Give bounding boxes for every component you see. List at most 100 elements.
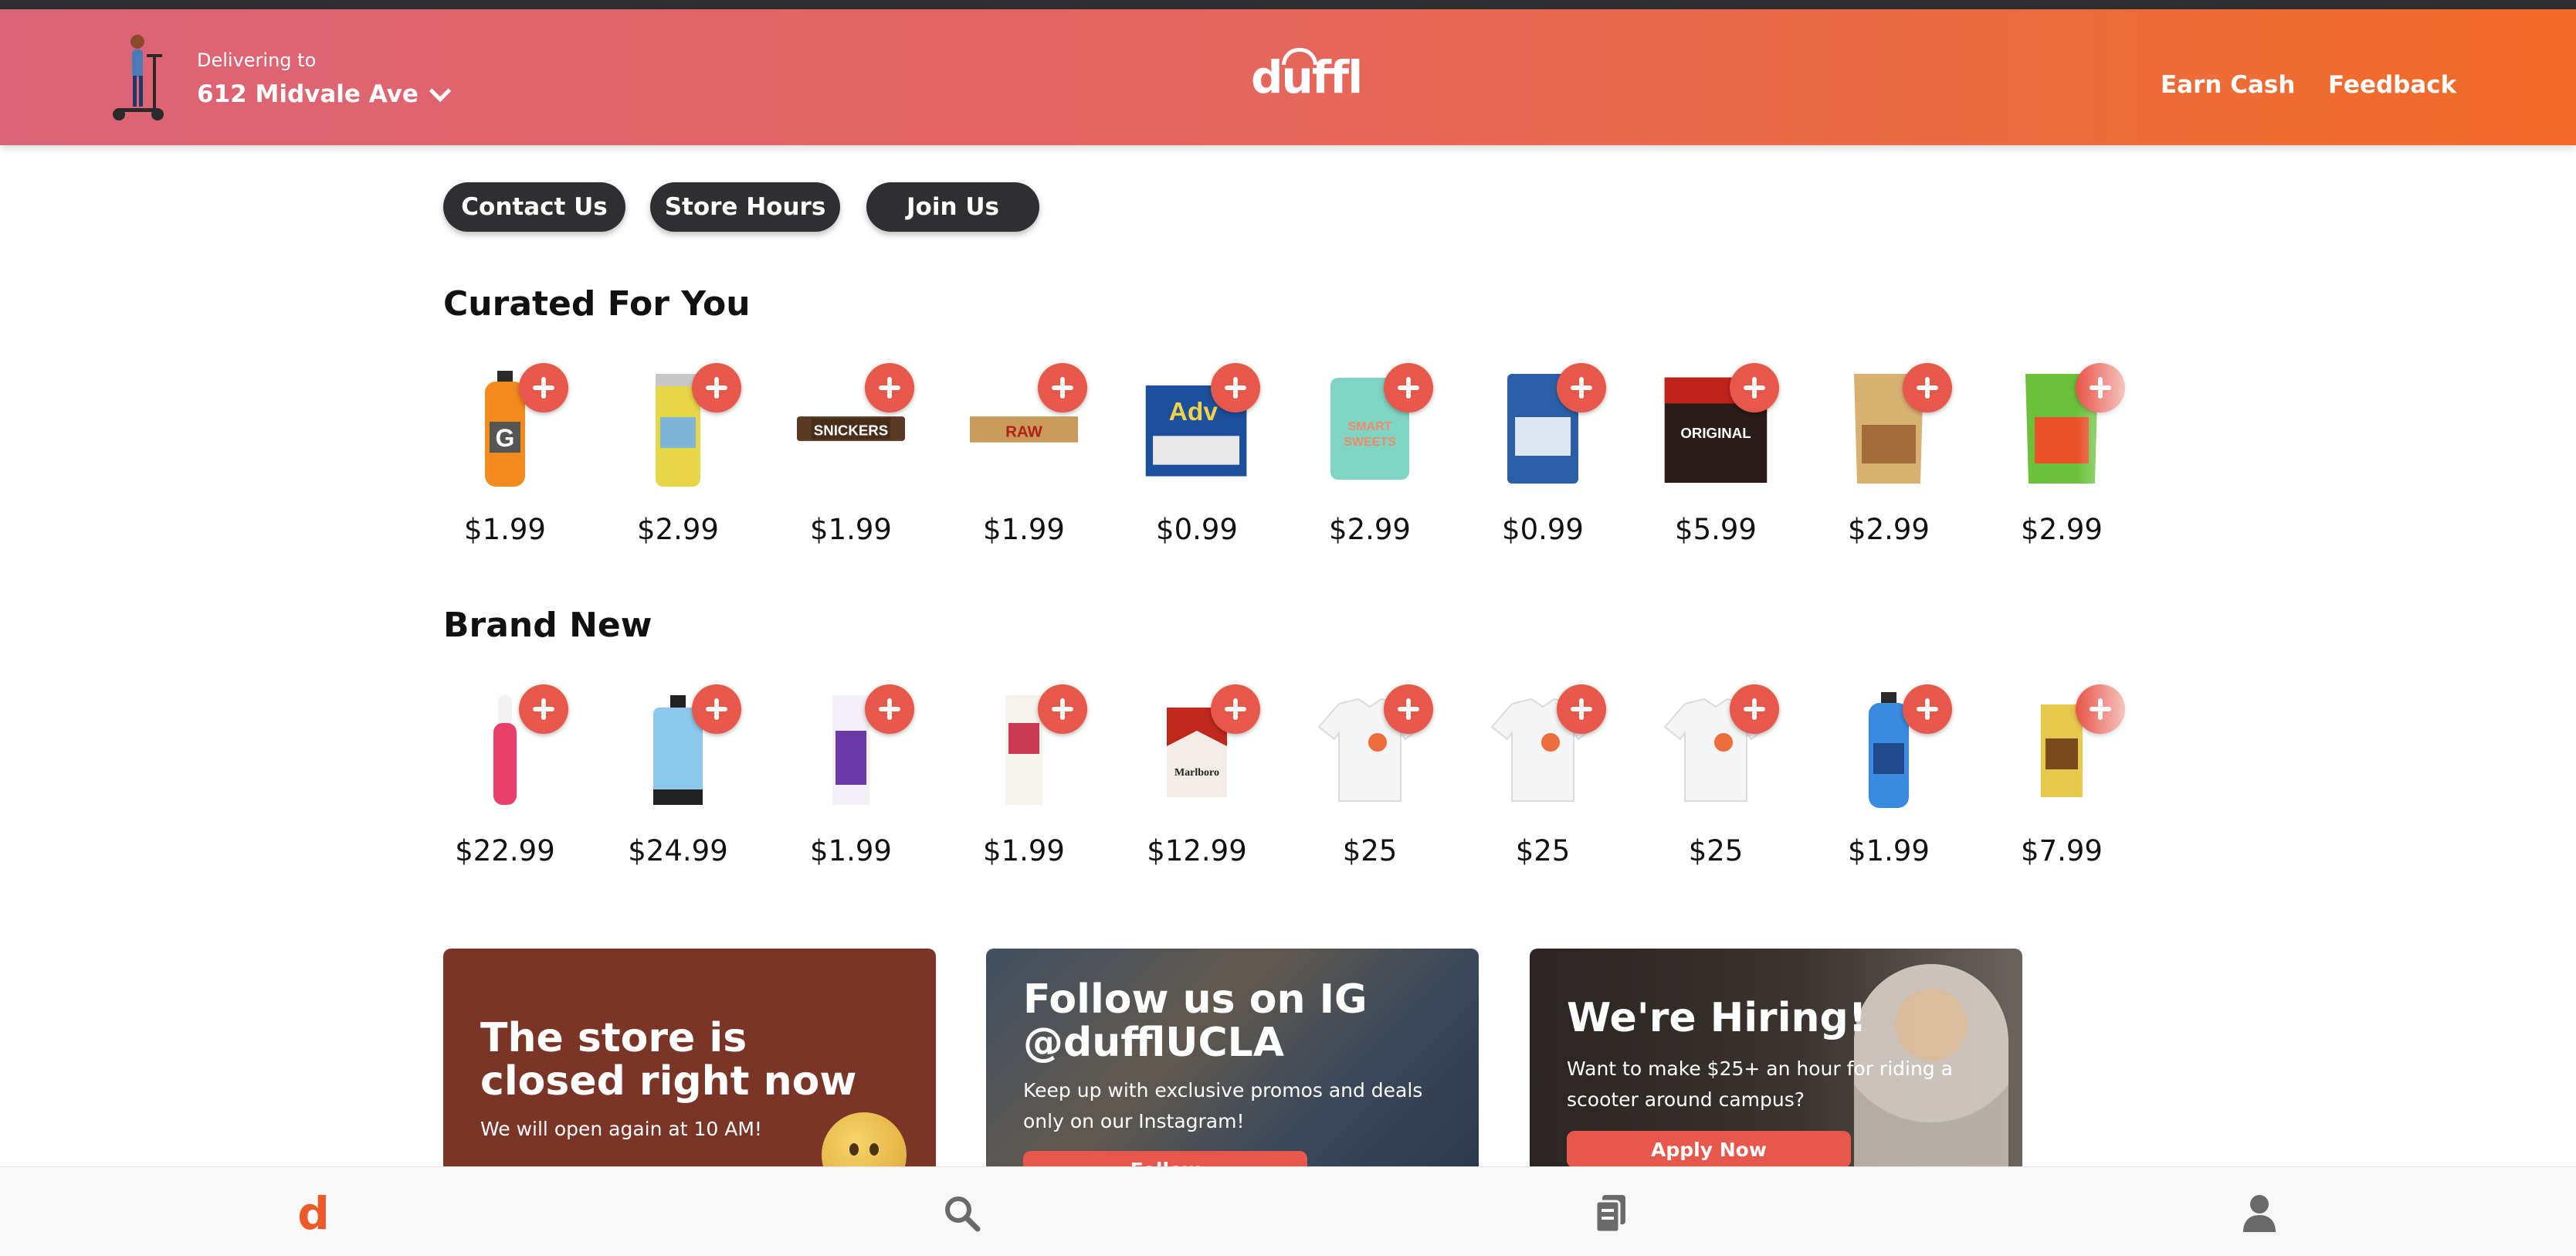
duffl-home-icon: d (297, 1187, 330, 1240)
product-price: $2.99 (1329, 513, 1411, 546)
svg-text:RAW: RAW (1005, 423, 1042, 440)
product-card[interactable]: $22.99 (443, 680, 568, 881)
add-to-cart-button[interactable] (1730, 684, 1779, 734)
add-to-cart-button[interactable] (1384, 684, 1433, 734)
curated-section-title: Curated For You (443, 284, 751, 324)
ig-text: Keep up with exclusive promos and deals … (1023, 1079, 1423, 1132)
store-closed-text: We will open again at 10 AM! (480, 1118, 762, 1140)
product-price: $1.99 (464, 513, 546, 546)
product-card[interactable]: $25 (1481, 680, 1606, 881)
product-card[interactable]: $24.99 (616, 680, 741, 881)
emoji-face-icon (822, 1112, 907, 1166)
bottom-nav-bar: d (0, 1166, 2576, 1256)
top-strip (0, 0, 2576, 9)
curated-product-row: G $1.99 $2.99 SNICKERS $1.99 RAW $1.99 A… (443, 358, 2142, 559)
add-to-cart-button[interactable] (519, 363, 568, 412)
header-bar: Delivering to 612 Midvale Ave duffl Earn… (0, 9, 2576, 145)
product-price: $1.99 (810, 513, 892, 546)
add-to-cart-button[interactable] (1211, 363, 1260, 412)
product-card[interactable]: SMART SWEETS $2.99 (1308, 358, 1433, 559)
product-price: $25 (1688, 834, 1744, 867)
svg-text:ORIGINAL: ORIGINAL (1680, 425, 1751, 441)
add-to-cart-button[interactable] (1903, 363, 1952, 412)
brand-new-product-row: $22.99 $24.99 $1.99 $1.99 Marlboro $12.9… (443, 680, 2142, 881)
add-to-cart-button[interactable] (1211, 684, 1260, 734)
svg-text:SWEETS: SWEETS (1344, 436, 1396, 449)
product-price: $1.99 (1848, 834, 1930, 867)
product-card[interactable]: $0.99 (1481, 358, 1606, 559)
product-price: $12.99 (1147, 834, 1247, 867)
product-card[interactable]: ORIGINAL $5.99 (1654, 358, 1779, 559)
product-card[interactable]: $1.99 (962, 680, 1087, 881)
product-price: $7.99 (2021, 834, 2103, 867)
search-tab[interactable] (939, 1190, 985, 1237)
contact-us-button[interactable]: Contact Us (443, 182, 625, 232)
product-price: $22.99 (455, 834, 555, 867)
brand-new-section-title: Brand New (443, 606, 652, 645)
instagram-promo-card[interactable]: Follow us on IG @dufflUCLA Keep up with … (986, 949, 1479, 1166)
ig-title: Follow us on IG @dufflUCLA (1023, 976, 1368, 1066)
home-tab[interactable]: d (290, 1187, 337, 1240)
product-card[interactable]: $2.99 (616, 358, 741, 559)
apply-now-button[interactable]: Apply Now (1567, 1131, 1851, 1166)
product-price: $0.99 (1502, 513, 1584, 546)
add-to-cart-button[interactable] (1038, 363, 1087, 412)
add-to-cart-button[interactable] (1557, 363, 1606, 412)
store-hours-button[interactable]: Store Hours (650, 182, 840, 232)
duffl-logo[interactable]: duffl (1251, 51, 1363, 104)
product-price: $1.99 (983, 513, 1065, 546)
user-icon (2243, 1195, 2276, 1232)
product-price: $25 (1515, 834, 1571, 867)
svg-text:Marlboro: Marlboro (1174, 767, 1219, 779)
add-to-cart-button[interactable] (519, 684, 568, 734)
orders-icon (1595, 1195, 1625, 1234)
product-price: $24.99 (628, 834, 728, 867)
store-closed-card: The store is closed right now We will op… (443, 949, 936, 1166)
product-card[interactable]: $1.99 (1827, 680, 1952, 881)
svg-text:SNICKERS: SNICKERS (814, 422, 888, 438)
add-to-cart-button[interactable] (1903, 684, 1952, 734)
add-to-cart-button[interactable] (1384, 363, 1433, 412)
address-text: 612 Midvale Ave (197, 80, 419, 108)
product-card[interactable]: G $1.99 (443, 358, 568, 559)
svg-text:Adv: Adv (1169, 398, 1219, 426)
add-to-cart-button[interactable] (1730, 363, 1779, 412)
product-card[interactable]: Marlboro $12.99 (1135, 680, 1260, 881)
product-card[interactable]: $25 (1654, 680, 1779, 881)
product-price: $1.99 (810, 834, 892, 867)
store-closed-title: The store is closed right now (480, 1015, 857, 1105)
svg-text:SMART: SMART (1348, 420, 1392, 433)
product-card[interactable]: $25 (1308, 680, 1433, 881)
product-price: $2.99 (2021, 513, 2103, 546)
follow-button[interactable]: Follow (1023, 1151, 1307, 1166)
product-card[interactable]: $2.99 (1827, 358, 1952, 559)
hiring-title: We're Hiring! (1567, 995, 1867, 1041)
profile-tab[interactable] (2236, 1190, 2283, 1237)
add-to-cart-button[interactable] (692, 363, 741, 412)
add-to-cart-button[interactable] (1557, 684, 1606, 734)
feedback-link[interactable]: Feedback (2328, 71, 2456, 99)
chevron-down-icon (429, 80, 452, 103)
product-card[interactable]: RAW $1.99 (962, 358, 1087, 559)
row-fade-overlay (2077, 358, 2170, 513)
scooter-avatar-icon (107, 32, 176, 124)
earn-cash-link[interactable]: Earn Cash (2161, 71, 2295, 99)
add-to-cart-button[interactable] (1038, 684, 1087, 734)
product-card[interactable]: $1.99 (789, 680, 914, 881)
delivering-label: Delivering to (197, 49, 317, 71)
address-selector[interactable]: 612 Midvale Ave (197, 80, 452, 108)
product-price: $2.99 (637, 513, 719, 546)
join-us-button[interactable]: Join Us (866, 182, 1039, 232)
orders-tab[interactable] (1588, 1190, 1634, 1237)
add-to-cart-button[interactable] (865, 684, 914, 734)
hiring-card[interactable]: We're Hiring! Want to make $25+ an hour … (1530, 949, 2022, 1166)
product-price: $5.99 (1675, 513, 1757, 546)
product-card[interactable]: Adv $0.99 (1135, 358, 1260, 559)
product-card[interactable]: SNICKERS $1.99 (789, 358, 914, 559)
add-to-cart-button[interactable] (692, 684, 741, 734)
product-price: $1.99 (983, 834, 1065, 867)
product-price: $25 (1342, 834, 1398, 867)
add-to-cart-button[interactable] (865, 363, 914, 412)
svg-text:G: G (496, 424, 515, 452)
hiring-text: Want to make $25+ an hour for riding a s… (1567, 1057, 1953, 1111)
